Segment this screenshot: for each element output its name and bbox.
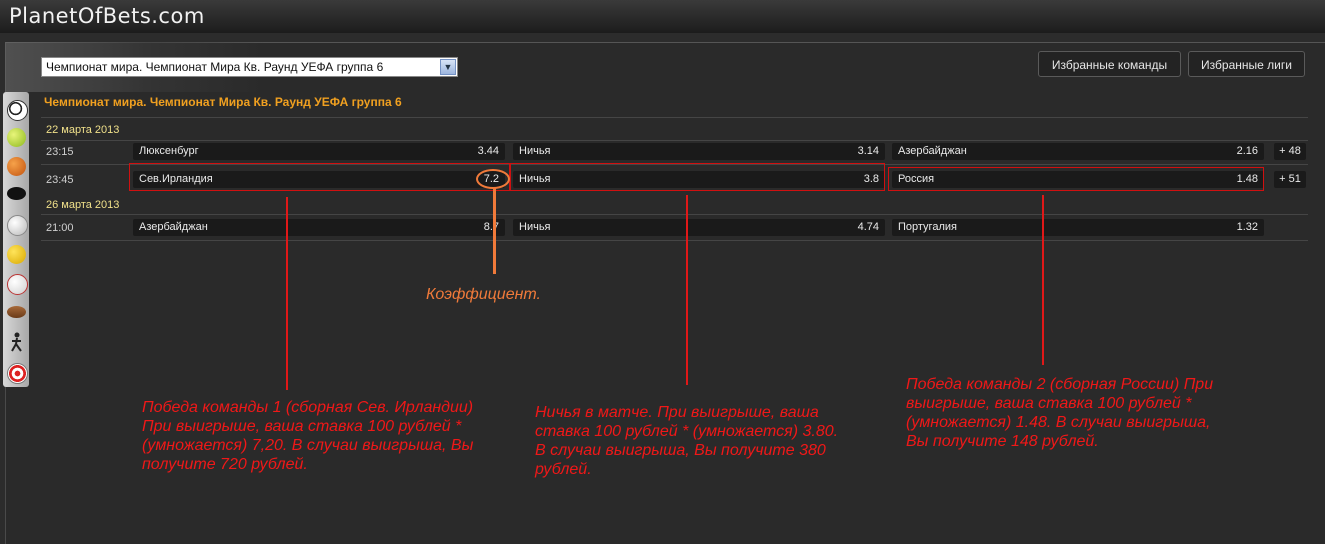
team2-win-annotation: Победа команды 2 (сборная России) При вы… [906, 376, 1214, 450]
chevron-down-icon[interactable]: ▼ [440, 59, 456, 75]
team1-name: Азербайджан [139, 221, 208, 233]
highlight-box-team1 [129, 163, 510, 191]
top-bar: PlanetOfBets.com [0, 0, 1325, 33]
highlight-box-draw [510, 163, 885, 191]
odd-draw-button[interactable]: Ничья 3.14 [513, 143, 885, 160]
league-select-value: Чемпионат мира. Чемпионат Мира Кв. Раунд… [46, 60, 384, 74]
tennis-ball-icon[interactable] [7, 128, 26, 147]
basketball-icon[interactable] [7, 157, 26, 176]
sports-sidebar [3, 92, 29, 387]
odd-value: 8.7 [483, 221, 499, 233]
annotation-pointer-team2 [1042, 195, 1044, 365]
league-title: Чемпионат мира. Чемпионат Мира Кв. Раунд… [44, 95, 402, 109]
draw-label: Ничья [519, 221, 551, 233]
date-header: 26 марта 2013 [46, 199, 120, 211]
annotation-pointer-draw [686, 195, 688, 385]
team1-win-annotation: Победа команды 1 (сборная Сев. Ирландии)… [142, 399, 474, 473]
team2-name: Азербайджан [898, 145, 967, 157]
match-time: 23:45 [46, 174, 74, 186]
annotation-pointer-team1 [286, 197, 288, 390]
handball-icon[interactable] [7, 245, 26, 264]
odd-draw-button[interactable]: Ничья 4.74 [513, 219, 885, 236]
odd-team1-button[interactable]: Люксенбург 3.44 [133, 143, 505, 160]
american-football-icon[interactable] [7, 306, 26, 318]
team1-name: Люксенбург [139, 145, 199, 157]
team2-name: Португалия [898, 221, 957, 233]
favorite-leagues-button[interactable]: Избранные лиги [1188, 51, 1305, 77]
draw-annotation: Ничья в матче. При выигрыше, ваша ставка… [535, 404, 839, 478]
odd-team2-button[interactable]: Азербайджан 2.16 [892, 143, 1264, 160]
favorite-teams-button[interactable]: Избранные команды [1038, 51, 1181, 77]
divider [41, 240, 1308, 241]
divider [41, 117, 1308, 118]
more-markets-button[interactable]: + 48 [1274, 143, 1306, 160]
match-time: 21:00 [46, 222, 74, 234]
highlight-box-team2 [888, 167, 1264, 191]
annotation-pointer-coefficient [493, 188, 496, 274]
odd-value: 1.32 [1236, 221, 1258, 233]
odd-value: 4.74 [857, 221, 879, 233]
darts-target-icon[interactable] [7, 363, 28, 384]
divider [41, 214, 1308, 215]
draw-label: Ничья [519, 145, 551, 157]
baseball-icon[interactable] [7, 274, 28, 295]
volleyball-icon[interactable] [7, 215, 28, 236]
athletics-icon[interactable] [7, 332, 26, 352]
site-logo[interactable]: PlanetOfBets.com [9, 4, 205, 28]
coefficient-annotation: Коэффициент. [426, 286, 541, 303]
date-header: 22 марта 2013 [46, 124, 120, 136]
match-time: 23:15 [46, 146, 74, 158]
coefficient-highlight-ellipse [476, 169, 510, 189]
odd-value: 3.14 [857, 145, 879, 157]
odd-team2-button[interactable]: Португалия 1.32 [892, 219, 1264, 236]
hockey-puck-icon[interactable] [7, 187, 26, 200]
odd-value: 3.44 [477, 145, 499, 157]
odd-team1-button[interactable]: Азербайджан 8.7 [133, 219, 505, 236]
divider [41, 140, 1308, 141]
league-select[interactable]: Чемпионат мира. Чемпионат Мира Кв. Раунд… [41, 57, 458, 77]
more-markets-button[interactable]: + 51 [1274, 171, 1306, 188]
odd-value: 2.16 [1236, 145, 1258, 157]
soccer-ball-icon[interactable] [7, 100, 28, 121]
